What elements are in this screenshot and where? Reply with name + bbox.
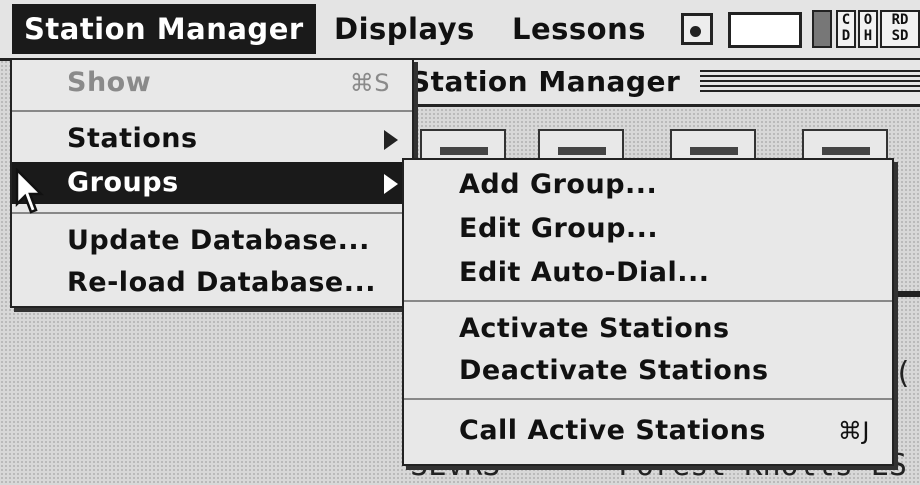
submenu-divider: [404, 300, 892, 302]
shortcut-call-active: ⌘J: [837, 417, 870, 445]
app-icon[interactable]: [681, 13, 713, 45]
submenu-item-edit-auto-dial[interactable]: Edit Auto-Dial...: [404, 252, 892, 294]
submenu-item-deactivate-stations[interactable]: Deactivate Stations: [404, 350, 892, 392]
menu-displays[interactable]: Displays: [322, 4, 487, 54]
station-manager-menu: Show ⌘S Stations Groups Update Database.…: [10, 58, 414, 308]
submenu-divider: [404, 398, 892, 400]
menu-bar: Station Manager Displays Lessons C D O H…: [0, 0, 920, 61]
status-indicator-dark: [812, 10, 832, 48]
menu-item-stations[interactable]: Stations: [12, 118, 412, 160]
menu-item-reload-database[interactable]: Re-load Database...: [12, 262, 412, 304]
submenu-arrow-icon: [384, 174, 398, 194]
title-bar-stripes: [700, 70, 920, 94]
menu-item-groups[interactable]: Groups: [12, 162, 412, 204]
menu-lessons[interactable]: Lessons: [500, 4, 658, 54]
status-field: [728, 12, 802, 48]
submenu-item-call-active-stations[interactable]: Call Active Stations ⌘J: [404, 410, 892, 452]
menu-item-show[interactable]: Show ⌘S: [12, 62, 412, 104]
status-chip-co: C D: [836, 10, 856, 48]
submenu-item-activate-stations[interactable]: Activate Stations: [404, 308, 892, 350]
menu-item-update-database[interactable]: Update Database...: [12, 220, 412, 262]
arrow-cursor-icon: [15, 168, 44, 214]
window-title: Station Manager: [410, 62, 691, 102]
status-chip-oh: O H: [858, 10, 878, 48]
status-chip-rdsd: RD SD: [880, 10, 920, 48]
submenu-item-edit-group[interactable]: Edit Group...: [404, 208, 892, 250]
groups-submenu: Add Group... Edit Group... Edit Auto-Dia…: [402, 158, 894, 466]
submenu-arrow-icon: [384, 130, 398, 150]
shortcut-show: ⌘S: [349, 69, 390, 97]
menu-divider: [12, 212, 412, 214]
submenu-item-add-group[interactable]: Add Group...: [404, 164, 892, 206]
menu-station-manager[interactable]: Station Manager: [12, 4, 316, 54]
menu-divider: [12, 110, 412, 112]
